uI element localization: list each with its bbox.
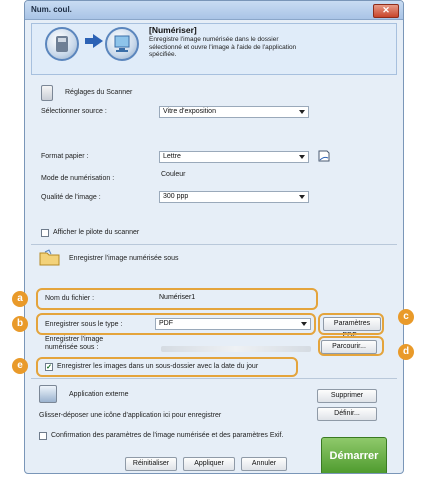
chevron-down-icon xyxy=(299,155,305,159)
external-app-label: Application externe xyxy=(69,391,129,398)
scanner-settings-icon xyxy=(41,85,53,101)
callout-badge-b: b xyxy=(12,316,28,332)
folder-icon xyxy=(39,249,60,266)
computer-icon xyxy=(105,27,139,61)
image-quality-value: 300 ppp xyxy=(163,193,189,200)
divider xyxy=(31,244,397,245)
apply-button[interactable]: Appliquer xyxy=(183,457,235,471)
save-location-label: Enregistrer l'image numérisée sous : xyxy=(45,336,104,351)
cancel-button[interactable]: Annuler xyxy=(241,457,287,471)
window-title: Num. coul. xyxy=(31,5,72,14)
image-quality-label: Qualité de l'image : xyxy=(41,194,101,201)
paper-size-dropdown[interactable]: Lettre xyxy=(159,151,309,163)
start-button[interactable]: Démarrer xyxy=(321,437,387,473)
mode-description: Enregistre l'image numérisée dans le dos… xyxy=(149,36,297,58)
image-quality-dropdown[interactable]: 300 ppp xyxy=(159,191,309,203)
callout-box-b xyxy=(36,313,316,335)
define-button[interactable]: Définir... xyxy=(317,407,377,421)
callout-box-a xyxy=(36,288,318,310)
reset-button[interactable]: Réinitialiser xyxy=(125,457,177,471)
confirm-settings-checkbox[interactable] xyxy=(39,432,47,440)
chevron-down-icon xyxy=(299,110,305,114)
scanner-settings-label: Réglages du Scanner xyxy=(65,89,133,96)
external-app-icon xyxy=(39,385,57,403)
drop-hint: Glisser-déposer une icône d'application … xyxy=(39,412,222,419)
close-button[interactable]: ✕ xyxy=(373,4,399,18)
save-section-label: Enregistrer l'image numérisée sous xyxy=(69,255,179,262)
callout-box-e xyxy=(36,357,298,377)
mode-title: [Numériser] xyxy=(149,25,197,35)
title-bar[interactable]: Num. coul. ✕ xyxy=(25,1,403,20)
paper-size-label: Format papier : xyxy=(41,153,89,160)
callout-badge-c: c xyxy=(398,309,414,325)
source-label: Sélectionner source : xyxy=(41,108,107,115)
arrow-right-icon xyxy=(93,34,103,48)
source-dropdown[interactable]: Vitre d'exposition xyxy=(159,106,309,118)
scan-mode-label: Mode de numérisation : xyxy=(41,175,115,182)
callout-badge-a: a xyxy=(12,291,28,307)
callout-box-c xyxy=(318,313,384,335)
scan-dialog-window: Num. coul. ✕ [Numériser] Enregistre l'im… xyxy=(24,0,404,474)
chevron-down-icon xyxy=(299,195,305,199)
scanner-icon xyxy=(45,27,79,61)
computer-glyph xyxy=(114,35,130,52)
show-driver-label: Afficher le pilote du scanner xyxy=(53,229,140,236)
scanner-glyph xyxy=(56,36,68,52)
confirm-settings-label: Confirmation des paramètres de l'image n… xyxy=(51,432,284,439)
callout-box-d xyxy=(318,336,384,356)
paper-size-value: Lettre xyxy=(163,153,181,160)
source-value: Vitre d'exposition xyxy=(163,108,216,115)
paper-orientation-icon[interactable] xyxy=(317,149,331,163)
callout-badge-e: e xyxy=(12,358,28,374)
callout-badge-d: d xyxy=(398,344,414,360)
divider xyxy=(31,378,397,379)
show-driver-checkbox[interactable] xyxy=(41,229,49,237)
delete-button[interactable]: Supprimer xyxy=(317,389,377,403)
save-location-path xyxy=(161,346,311,352)
scan-mode-value: Couleur xyxy=(161,171,186,178)
